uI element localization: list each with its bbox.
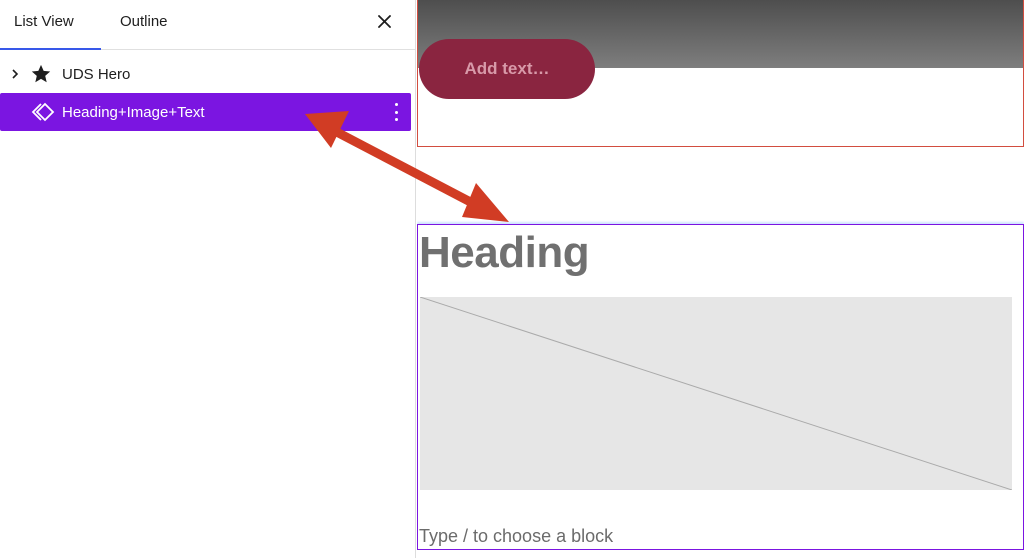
image-placeholder[interactable] <box>419 296 1013 491</box>
close-icon <box>378 15 391 28</box>
tab-list-view[interactable]: List View <box>0 0 101 49</box>
hero-button[interactable]: Add text… <box>419 39 595 99</box>
heading-image-text-block[interactable]: Heading Type / to choose a block <box>417 224 1024 550</box>
star-icon <box>30 63 54 85</box>
list-item-label: UDS Hero <box>62 65 131 83</box>
group-icon <box>30 102 56 122</box>
list-view-sidebar: List View Outline UDS Hero Heading+Image… <box>0 0 416 558</box>
more-vertical-icon[interactable] <box>393 103 399 121</box>
active-tab-indicator <box>0 48 101 50</box>
uds-hero-block[interactable]: Add text… <box>417 0 1024 147</box>
chevron-right-icon[interactable] <box>10 68 20 80</box>
placeholder-diagonal <box>419 296 1013 491</box>
list-item-label: Heading+Image+Text <box>62 103 205 121</box>
editor-canvas: Add text… Heading Type / to choose a blo… <box>417 0 1024 558</box>
close-button[interactable] <box>375 12 395 32</box>
heading-block[interactable]: Heading <box>419 228 590 278</box>
tab-outline[interactable]: Outline <box>120 0 168 49</box>
sidebar-tabs: List View Outline <box>0 0 415 50</box>
block-appender-placeholder[interactable]: Type / to choose a block <box>419 526 613 547</box>
list-item-uds-hero[interactable]: UDS Hero <box>0 55 411 93</box>
list-item-heading-image-text[interactable]: Heading+Image+Text <box>0 93 411 131</box>
